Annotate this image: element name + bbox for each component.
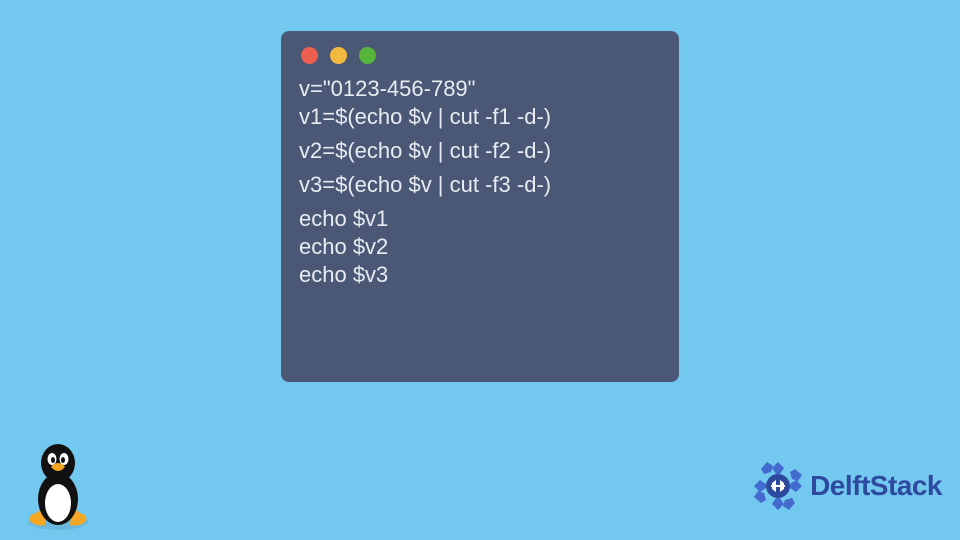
brand-name: DelftStack	[810, 470, 942, 502]
minimize-icon	[330, 47, 347, 64]
close-icon	[301, 47, 318, 64]
linux-tux-icon	[18, 437, 98, 532]
code-line: echo $v3	[299, 264, 661, 286]
code-block: v="0123-456-789" v1=$(echo $v | cut -f1 …	[299, 78, 661, 286]
code-window: v="0123-456-789" v1=$(echo $v | cut -f1 …	[281, 31, 679, 382]
code-line: v3=$(echo $v | cut -f3 -d-)	[299, 174, 661, 196]
window-controls	[301, 47, 661, 64]
code-line: v2=$(echo $v | cut -f2 -d-)	[299, 140, 661, 162]
delftstack-icon	[750, 458, 806, 514]
code-line: echo $v2	[299, 236, 661, 258]
maximize-icon	[359, 47, 376, 64]
code-line: v1=$(echo $v | cut -f1 -d-)	[299, 106, 661, 128]
code-line: v="0123-456-789"	[299, 78, 661, 100]
brand-logo: DelftStack	[750, 458, 942, 514]
code-line: echo $v1	[299, 208, 661, 230]
